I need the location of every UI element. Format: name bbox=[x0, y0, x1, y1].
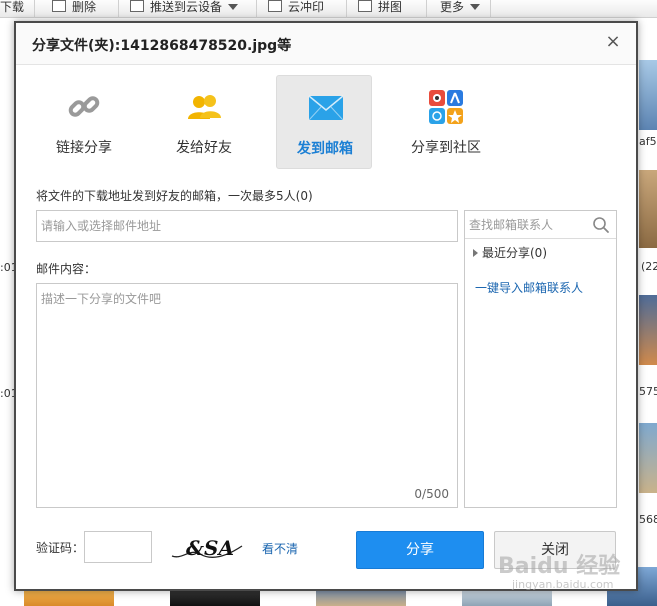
email-address-input[interactable] bbox=[36, 210, 458, 242]
cloud-device-icon bbox=[130, 0, 144, 12]
toolbar-download-button[interactable]: 下载 bbox=[0, 0, 24, 18]
captcha-input[interactable] bbox=[84, 531, 152, 563]
toolbar-collage-label: 拼图 bbox=[378, 0, 403, 14]
file-thumbnail[interactable] bbox=[24, 591, 114, 606]
toolbar-collage-button[interactable]: 拼图 bbox=[358, 0, 402, 18]
tab-label: 链接分享 bbox=[56, 140, 112, 156]
share-button[interactable]: 分享 bbox=[356, 531, 484, 569]
tab-send-friends[interactable]: 发给好友 bbox=[156, 75, 252, 169]
file-thumbnail[interactable] bbox=[462, 591, 552, 606]
char-counter: 0/500 bbox=[414, 487, 449, 501]
community-icon bbox=[429, 90, 463, 124]
captcha-image: &SA bbox=[171, 536, 243, 560]
captcha-text: &SA bbox=[186, 536, 234, 560]
email-content-box: 0/500 bbox=[36, 283, 458, 508]
import-contacts-link[interactable]: 一键导入邮箱联系人 bbox=[475, 279, 583, 296]
file-name-text: 568 bbox=[639, 513, 657, 526]
file-thumbnail[interactable] bbox=[639, 170, 657, 248]
email-hint-text: 将文件的下载地址发到好友的邮箱，一次最多5人(0) bbox=[36, 189, 313, 203]
watermark-logo: Baidu 经验 bbox=[498, 554, 621, 579]
watermark-url: jingyan.baidu.com bbox=[512, 578, 614, 591]
toolbar-separator bbox=[256, 0, 257, 18]
file-name-text: 575 bbox=[639, 385, 657, 398]
file-thumbnail[interactable] bbox=[639, 423, 657, 493]
toolbar-separator bbox=[118, 0, 119, 18]
email-content-textarea[interactable] bbox=[37, 284, 457, 474]
tab-share-community[interactable]: 分享到社区 bbox=[398, 75, 494, 169]
chevron-down-icon bbox=[228, 4, 239, 10]
file-name-text: af5 bbox=[639, 135, 657, 148]
share-dialog: 分享文件(夹):1412868478520.jpg等 × 链接分享 发给好友 发… bbox=[14, 21, 638, 591]
friends-icon bbox=[188, 95, 221, 119]
chevron-down-icon bbox=[470, 4, 481, 10]
file-name-text: (22 bbox=[641, 260, 657, 273]
toolbar-more-button[interactable]: 更多 bbox=[440, 0, 481, 18]
toolbar-download-label: 下载 bbox=[0, 0, 25, 14]
search-icon[interactable] bbox=[592, 216, 610, 234]
share-method-tabs: 链接分享 发给好友 发到邮箱 分享到社区 bbox=[16, 75, 636, 169]
file-thumbnail[interactable] bbox=[316, 591, 406, 606]
file-thumbnail[interactable] bbox=[170, 591, 260, 606]
link-icon bbox=[68, 96, 100, 117]
toolbar-push-label: 推送到云设备 bbox=[150, 0, 223, 14]
email-content-label: 邮件内容： bbox=[36, 262, 97, 276]
dialog-header: 分享文件(夹):1412868478520.jpg等 × bbox=[16, 23, 636, 65]
contacts-panel: 最近分享(0) 一键导入邮箱联系人 bbox=[464, 210, 617, 508]
toolbar-separator bbox=[34, 0, 35, 18]
contacts-search-input[interactable] bbox=[465, 211, 589, 238]
caret-right-icon bbox=[473, 248, 478, 257]
background-toolbar: 下载 删除 推送到云设备 云冲印 拼图 更多 bbox=[0, 0, 657, 18]
recent-shares-label: 最近分享(0) bbox=[482, 246, 547, 260]
tab-link-share[interactable]: 链接分享 bbox=[36, 75, 132, 169]
collage-icon bbox=[358, 0, 372, 12]
recent-shares-toggle[interactable]: 最近分享(0) bbox=[473, 244, 547, 261]
close-icon[interactable]: × bbox=[604, 33, 622, 51]
print-icon bbox=[268, 0, 282, 12]
tab-label: 分享到社区 bbox=[411, 140, 481, 156]
refresh-captcha-link[interactable]: 看不清 bbox=[262, 540, 298, 557]
toolbar-push-button[interactable]: 推送到云设备 bbox=[130, 0, 239, 18]
tab-label: 发给好友 bbox=[176, 140, 232, 156]
toolbar-print-button[interactable]: 云冲印 bbox=[268, 0, 324, 18]
toolbar-separator bbox=[346, 0, 347, 18]
trash-icon bbox=[52, 0, 66, 12]
toolbar-delete-button[interactable]: 删除 bbox=[52, 0, 96, 18]
tab-send-email[interactable]: 发到邮箱 bbox=[276, 75, 372, 169]
contacts-search-bar bbox=[465, 211, 616, 239]
file-thumbnail[interactable] bbox=[639, 295, 657, 365]
tab-label: 发到邮箱 bbox=[297, 141, 353, 157]
toolbar-delete-label: 删除 bbox=[72, 0, 97, 14]
captcha-label: 验证码： bbox=[36, 541, 85, 555]
dialog-title: 分享文件(夹):1412868478520.jpg等 bbox=[32, 38, 292, 54]
toolbar-separator bbox=[490, 0, 491, 18]
toolbar-print-label: 云冲印 bbox=[288, 0, 325, 14]
file-thumbnail[interactable] bbox=[639, 60, 657, 130]
toolbar-more-label: 更多 bbox=[440, 0, 465, 14]
email-icon bbox=[308, 95, 343, 121]
toolbar-separator bbox=[426, 0, 427, 18]
